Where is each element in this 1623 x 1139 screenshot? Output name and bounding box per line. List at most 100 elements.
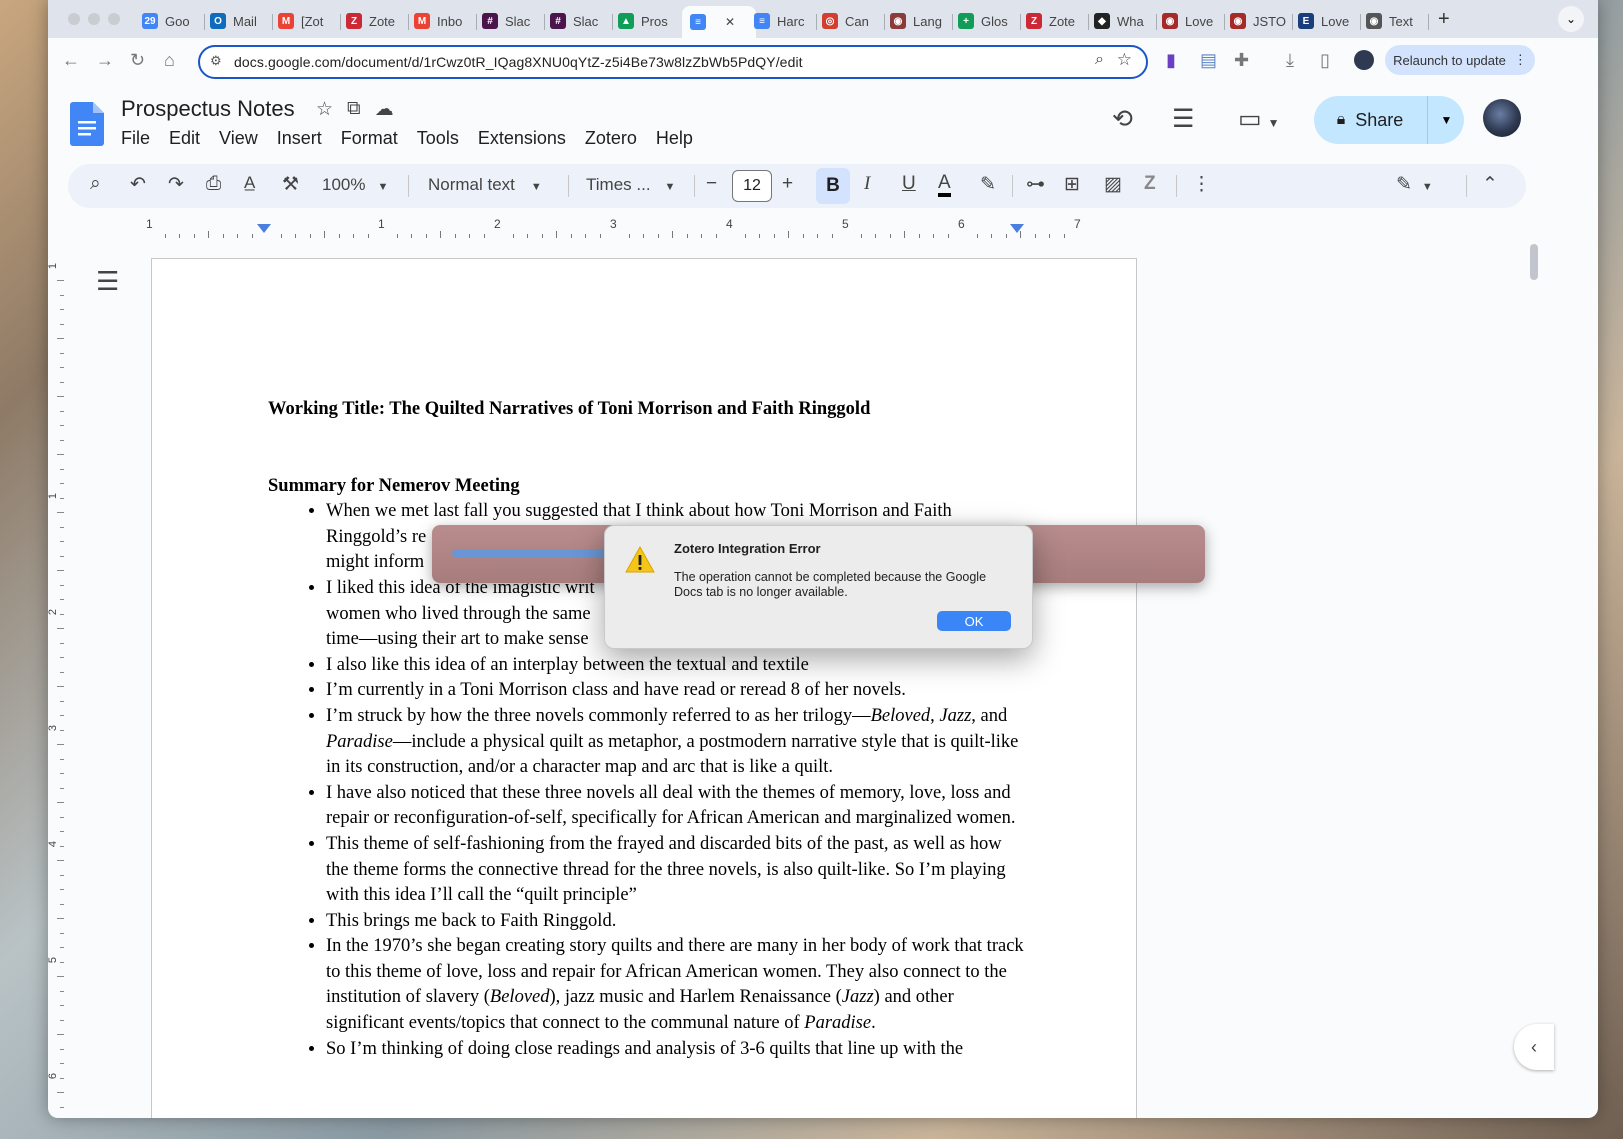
highlight-color-icon[interactable]: ✎ [980, 173, 996, 196]
extensions-puzzle-icon[interactable]: ✚ [1234, 50, 1249, 71]
browser-tab[interactable]: ◉ Love [1162, 6, 1220, 36]
menu-tools[interactable]: Tools [417, 128, 459, 149]
ruler-tick [60, 816, 64, 818]
meet-video-icon[interactable]: ▭ ▼ [1238, 104, 1280, 134]
home-button[interactable]: ⌂ [164, 50, 175, 71]
browser-tab[interactable]: O Mail [210, 6, 268, 36]
underline-button[interactable]: U [902, 173, 916, 195]
bold-button[interactable]: B [816, 168, 850, 204]
zoom-window-button[interactable] [108, 13, 120, 25]
relaunch-button[interactable]: Relaunch to update ⋮ [1385, 45, 1535, 75]
menu-extensions[interactable]: Extensions [478, 128, 566, 149]
browser-tab[interactable]: ≡ ✕ [682, 6, 756, 38]
star-icon[interactable]: ☆ [316, 98, 333, 121]
left-indent-marker-icon[interactable] [257, 224, 271, 234]
decrease-font-size-icon[interactable]: − [706, 173, 717, 195]
paint-format-icon[interactable]: ⚒ [282, 173, 299, 196]
font-size-input[interactable]: 12 [732, 170, 772, 202]
spellcheck-icon[interactable]: A̲ [244, 173, 255, 193]
browser-tab[interactable]: E Love [1298, 6, 1356, 36]
close-tab-icon[interactable]: ✕ [725, 15, 735, 29]
more-options-icon[interactable]: ⋮ [1192, 173, 1211, 196]
browser-tab[interactable]: ▲ Pros [618, 6, 676, 36]
vertical-scrollbar[interactable] [1530, 244, 1538, 280]
ruler-tick [60, 367, 64, 368]
vertical-ruler[interactable]: 1 1 2 3 4 5 6 [48, 240, 68, 1108]
browser-tab[interactable]: ◉ JSTO [1230, 6, 1288, 36]
browser-tab[interactable]: ◉ Lang [890, 6, 948, 36]
browser-tab[interactable]: ◆ Wha [1094, 6, 1152, 36]
font-select[interactable]: Times ... ▼ [586, 175, 675, 195]
minimize-window-button[interactable] [88, 13, 100, 25]
menu-view[interactable]: View [219, 128, 258, 149]
menu-help[interactable]: Help [656, 128, 693, 149]
horizontal-ruler[interactable]: 1 1 2 3 4 5 6 7 [66, 214, 1136, 238]
document-page[interactable]: Working Title: The Quilted Narratives of… [151, 258, 1137, 1118]
close-window-button[interactable] [68, 13, 80, 25]
redo-icon[interactable]: ↷ [168, 173, 184, 196]
ruler-tick [60, 700, 64, 702]
share-dropdown-button[interactable]: ▼ [1427, 96, 1465, 144]
browser-tab[interactable]: ≡ Harc [754, 6, 812, 36]
side-panel-icon[interactable]: ▯ [1320, 50, 1330, 71]
increase-font-size-icon[interactable]: + [782, 173, 793, 195]
insert-link-icon[interactable]: ⊶ [1026, 173, 1045, 196]
new-tab-button[interactable]: + [1438, 8, 1450, 31]
share-button[interactable]: 🔒︎ Share [1314, 96, 1426, 144]
site-settings-icon[interactable]: ⚙ [210, 53, 222, 69]
address-bar[interactable]: ⚙ docs.google.com/document/d/1rCwz0tR_IQ… [198, 45, 1148, 79]
right-indent-marker-icon[interactable] [1010, 224, 1024, 234]
url-text[interactable]: docs.google.com/document/d/1rCwz0tR_IQag… [234, 54, 803, 70]
browser-tab[interactable]: # Slac [550, 6, 608, 36]
forward-button[interactable]: → [96, 50, 114, 71]
extension-icon[interactable]: ▮ [1166, 50, 1176, 71]
move-folder-icon[interactable]: ⧉ [347, 98, 361, 121]
profile-avatar[interactable] [1354, 50, 1374, 70]
account-avatar[interactable] [1483, 99, 1521, 137]
document-title[interactable]: Prospectus Notes [121, 96, 295, 122]
undo-icon[interactable]: ↶ [130, 173, 146, 196]
menu-file[interactable]: File [121, 128, 150, 149]
search-menus-icon[interactable]: ⌕ [90, 173, 101, 195]
paragraph-style-select[interactable]: Normal text ▼ [428, 175, 542, 195]
ok-button[interactable]: OK [937, 611, 1011, 631]
side-panel-toggle[interactable]: ‹ [1514, 1024, 1554, 1070]
tab-search-button[interactable]: ⌄ [1558, 6, 1584, 32]
zoom-icon[interactable]: ⌕ [1095, 51, 1104, 69]
bookmark-star-icon[interactable]: ☆ [1117, 50, 1132, 70]
hide-menus-chevron-up-icon[interactable]: ⌃ [1482, 173, 1498, 196]
insert-image-icon[interactable]: ▨ [1104, 173, 1122, 196]
browser-tab[interactable]: ◎ Can [822, 6, 880, 36]
menu-insert[interactable]: Insert [277, 128, 322, 149]
browser-tab[interactable]: M Inbo [414, 6, 472, 36]
document-body[interactable]: Working Title: The Quilted Narratives of… [268, 397, 1028, 1062]
zoom-select[interactable]: 100% ▼ [322, 175, 388, 195]
menu-edit[interactable]: Edit [169, 128, 200, 149]
italic-button[interactable]: I [864, 173, 870, 195]
document-outline-icon[interactable]: ☰ [96, 266, 119, 297]
browser-tab[interactable]: ◉ Text [1366, 6, 1424, 36]
text-color-button[interactable]: A [938, 173, 951, 197]
browser-tab[interactable]: Z Zote [1026, 6, 1084, 36]
print-icon[interactable]: ⎙ [206, 173, 221, 195]
ruler-number: 2 [494, 217, 501, 231]
download-icon[interactable]: ⤓ [1286, 50, 1294, 71]
reload-button[interactable]: ↻ [130, 50, 145, 71]
editing-mode-icon[interactable]: ✎ ▼ [1396, 173, 1433, 196]
version-history-icon[interactable]: ⟲ [1112, 104, 1133, 134]
add-comment-icon[interactable]: ⊞ [1064, 173, 1080, 196]
zotero-icon[interactable]: Z [1144, 173, 1156, 195]
browser-tab[interactable]: 29 Goo [142, 6, 200, 36]
browser-tab[interactable]: M [Zot [278, 6, 336, 36]
menu-zotero[interactable]: Zotero [585, 128, 637, 149]
browser-tab[interactable]: Z Zote [346, 6, 404, 36]
browser-tab[interactable]: # Slac [482, 6, 540, 36]
docs-logo-icon[interactable] [70, 102, 104, 146]
tab-label: JSTO [1253, 13, 1286, 29]
docs-extension-icon[interactable]: ▤ [1200, 50, 1217, 71]
browser-tab[interactable]: + Glos [958, 6, 1016, 36]
comments-icon[interactable]: ☰ [1172, 104, 1194, 134]
menu-format[interactable]: Format [341, 128, 398, 149]
cloud-status-icon[interactable]: ☁ [375, 98, 394, 121]
back-button[interactable]: ← [62, 50, 80, 71]
